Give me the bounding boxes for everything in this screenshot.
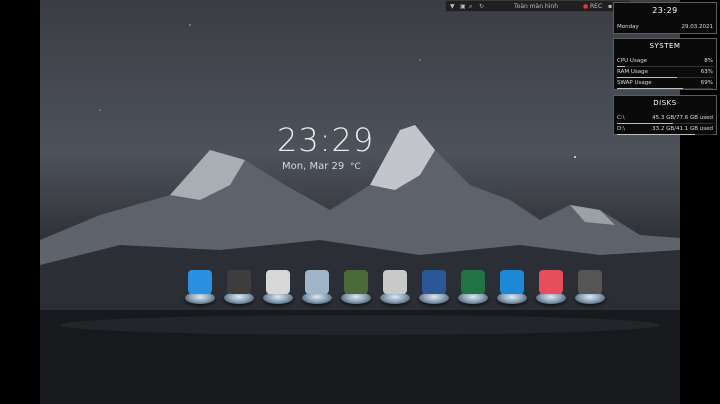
- system-row: CPU Usage 8%: [614, 56, 716, 67]
- dock-item[interactable]: [534, 268, 568, 310]
- word-icon: [422, 270, 446, 294]
- power-icon: [578, 270, 602, 294]
- disks-usage-bar: [617, 134, 713, 135]
- dock-item[interactable]: [300, 268, 334, 310]
- fullscreen-label[interactable]: Toàn màn hình: [514, 2, 558, 11]
- system-label: RAM Usage: [617, 69, 648, 75]
- media-app-icon: [344, 270, 368, 294]
- safari-globe-icon: [383, 270, 407, 294]
- dock-item[interactable]: [495, 268, 529, 310]
- dock-item[interactable]: [417, 268, 451, 310]
- recycle-bin-icon: [305, 270, 329, 294]
- disks-label: C:\: [617, 115, 625, 121]
- recording-toolbar: ▼ ▣ ⌕ ↻ Toàn màn hình ● REC ▪ ✕: [445, 0, 631, 12]
- desktop-wallpaper: 23:29 Mon, Mar 29 °C: [40, 0, 680, 404]
- disks-row: D:\ 33.2 GB/41.1 GB used: [614, 124, 716, 135]
- system-usage-bar: [617, 88, 713, 89]
- refresh-icon[interactable]: ↻: [479, 2, 484, 11]
- monitor-icon: [500, 270, 524, 294]
- desktop-clock-date: Mon, Mar 29: [282, 161, 345, 172]
- dock-item[interactable]: [339, 268, 373, 310]
- system-row: RAM Usage 63%: [614, 67, 716, 78]
- apple-icon: [539, 270, 563, 294]
- system-label: SWAP Usage: [617, 80, 652, 86]
- dock-item[interactable]: [573, 268, 607, 310]
- disks-row: C:\ 45.3 GB/77.6 GB used: [614, 113, 716, 124]
- system-title: SYSTEM: [649, 42, 681, 50]
- mountain-wallpaper: [40, 24, 680, 404]
- dock-item[interactable]: [261, 268, 295, 310]
- widget-day: Monday: [617, 24, 639, 30]
- disks-value: 45.3 GB/77.6 GB used: [652, 115, 713, 121]
- clock-icon: [266, 270, 290, 294]
- window-icon[interactable]: ▣: [460, 2, 466, 11]
- disks-value: 33.2 GB/41.1 GB used: [652, 126, 713, 132]
- dock-item[interactable]: [378, 268, 412, 310]
- dock-item[interactable]: [456, 268, 490, 310]
- rec-dot-icon: ●: [583, 3, 589, 10]
- system-value: 63%: [700, 69, 713, 75]
- disks-label: D:\: [617, 126, 625, 132]
- dock-item[interactable]: [222, 268, 256, 310]
- widget-date: 29.03.2021: [681, 24, 714, 30]
- dock-item[interactable]: [183, 268, 217, 310]
- dock: [183, 268, 613, 312]
- system-widget: SYSTEM CPU Usage 8% RAM Usage 63% SWAP Usage…: [613, 38, 717, 90]
- desktop-clock-temp-unit: °C: [350, 162, 361, 172]
- system-value: 69%: [700, 80, 713, 86]
- excel-icon: [461, 270, 485, 294]
- dropdown-icon[interactable]: ▼: [450, 2, 455, 11]
- time-widget: 23:29 Monday 29.03.2021: [613, 2, 717, 34]
- camera-icon[interactable]: ▪: [608, 2, 612, 11]
- desktop-clock-time: 23:29: [277, 121, 375, 159]
- system-label: CPU Usage: [617, 58, 648, 64]
- disks-widget: DISKS C:\ 45.3 GB/77.6 GB used D:\ 33.2 GB/…: [613, 95, 717, 135]
- disks-title: DISKS: [653, 99, 677, 107]
- widget-time: 23:29: [652, 6, 678, 15]
- windows-icon: [188, 270, 212, 294]
- computer-icon: [227, 270, 251, 294]
- system-row: SWAP Usage 69%: [614, 78, 716, 89]
- system-value: 8%: [704, 58, 713, 64]
- search-icon[interactable]: ⌕: [469, 2, 472, 11]
- rec-label[interactable]: REC: [590, 2, 602, 11]
